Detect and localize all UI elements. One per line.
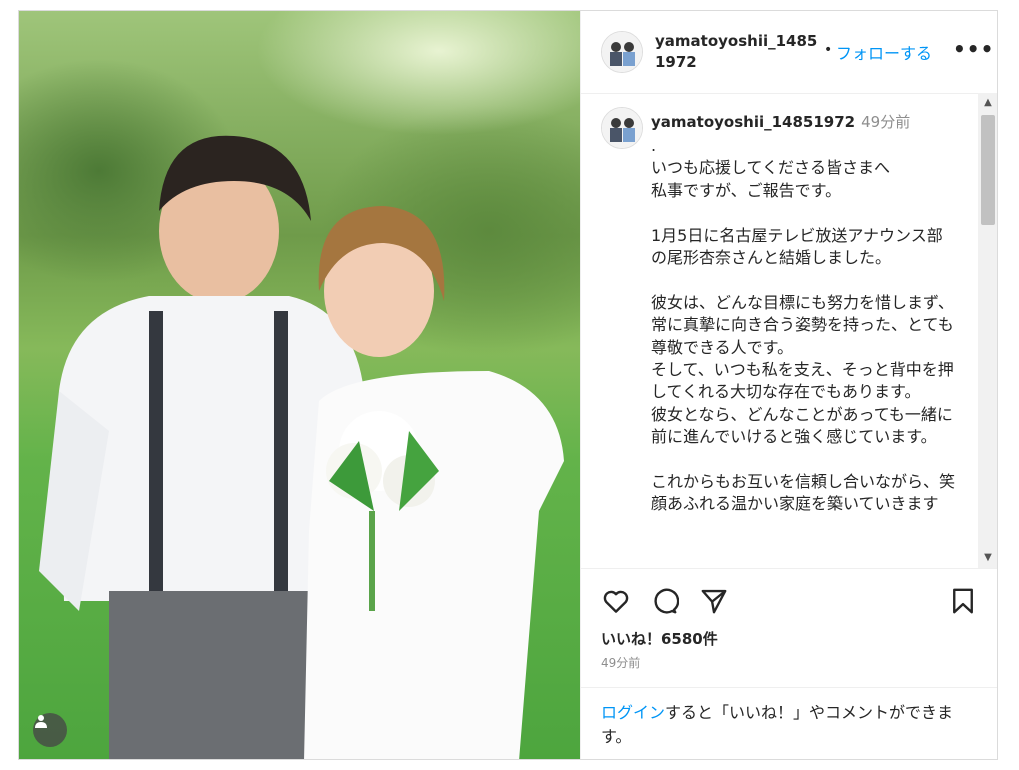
scroll-down-icon[interactable]: ▼ bbox=[982, 552, 994, 564]
login-prompt: ログインすると「いいね！」やコメントができます。 bbox=[601, 701, 981, 749]
caption-line: いつも応援してくださる皆さまへ bbox=[651, 158, 891, 178]
caption-line: これからもお互いを信頼し合いながら、笑顔あふれる温かい家庭を築いていきます bbox=[651, 472, 956, 514]
likes-count[interactable]: いいね！6580件 bbox=[601, 628, 718, 649]
avatar-image bbox=[602, 32, 642, 72]
avatar-image bbox=[602, 108, 642, 148]
login-link[interactable]: ログイン bbox=[601, 703, 665, 722]
caption-line: そして、いつも私を支え、そっと背中を押してくれる大切な存在でもあります。 bbox=[651, 360, 954, 402]
header-username[interactable]: yamatoyoshii_14851972 bbox=[655, 31, 825, 73]
caption-text: . いつも応援してくださる皆さまへ 私事ですが、ご報告です。 1月5日に名古屋テ… bbox=[651, 135, 956, 516]
comment-header: yamatoyoshii_14851972 49分前 bbox=[651, 111, 910, 132]
follow-button[interactable]: フォローする bbox=[836, 40, 932, 64]
caption-line bbox=[651, 269, 956, 291]
heart-icon[interactable] bbox=[601, 586, 631, 616]
profile-avatar[interactable] bbox=[601, 31, 643, 73]
separator-dot: • bbox=[824, 42, 833, 58]
person-icon bbox=[35, 715, 47, 728]
caption-line bbox=[651, 449, 956, 471]
post-photo[interactable] bbox=[19, 11, 580, 759]
couple-photo bbox=[39, 135, 564, 759]
more-icon[interactable]: ••• bbox=[953, 39, 993, 59]
user-tag-button[interactable] bbox=[33, 713, 67, 747]
caption-line: 彼女は、どんな目標にも努力を惜しまず、常に真摯に向き合う姿勢を持った、とても尊敬… bbox=[651, 292, 954, 357]
caption-line bbox=[651, 202, 956, 224]
caption-line: 彼女となら、どんなことがあっても一緒に前に進んでいけると強く感じています。 bbox=[651, 404, 953, 447]
comments-scroll-area[interactable]: yamatoyoshii_14851972 49分前 . いつも応援してくださる皆… bbox=[581, 93, 997, 569]
divider bbox=[581, 687, 997, 688]
comment-username[interactable]: yamatoyoshii_14851972 bbox=[651, 113, 855, 131]
scrollbar-thumb[interactable] bbox=[981, 115, 995, 225]
comment-avatar[interactable] bbox=[601, 107, 643, 149]
comment-time: 49分前 bbox=[861, 113, 911, 131]
instagram-embed: yamatoyoshii_14851972 • フォローする ••• yamat… bbox=[18, 10, 998, 760]
bookmark-icon[interactable] bbox=[948, 586, 978, 616]
share-icon[interactable] bbox=[699, 586, 729, 616]
caption-line: . bbox=[651, 136, 657, 155]
caption-line: 1月5日に名古屋テレビ放送アナウンス部の尾形杏奈さんと結婚しました。 bbox=[651, 225, 943, 268]
action-bar bbox=[581, 586, 997, 622]
scroll-up-icon[interactable]: ▲ bbox=[982, 97, 994, 109]
scrollbar[interactable]: ▲ ▼ bbox=[978, 93, 997, 568]
post-time: 49分前 bbox=[601, 656, 641, 670]
comment-icon[interactable] bbox=[649, 586, 680, 616]
post-sidebar: yamatoyoshii_14851972 • フォローする ••• yamat… bbox=[580, 11, 997, 759]
caption-line: 私事ですが、ご報告です。 bbox=[651, 180, 842, 200]
post-header: yamatoyoshii_14851972 • フォローする ••• bbox=[581, 11, 997, 94]
